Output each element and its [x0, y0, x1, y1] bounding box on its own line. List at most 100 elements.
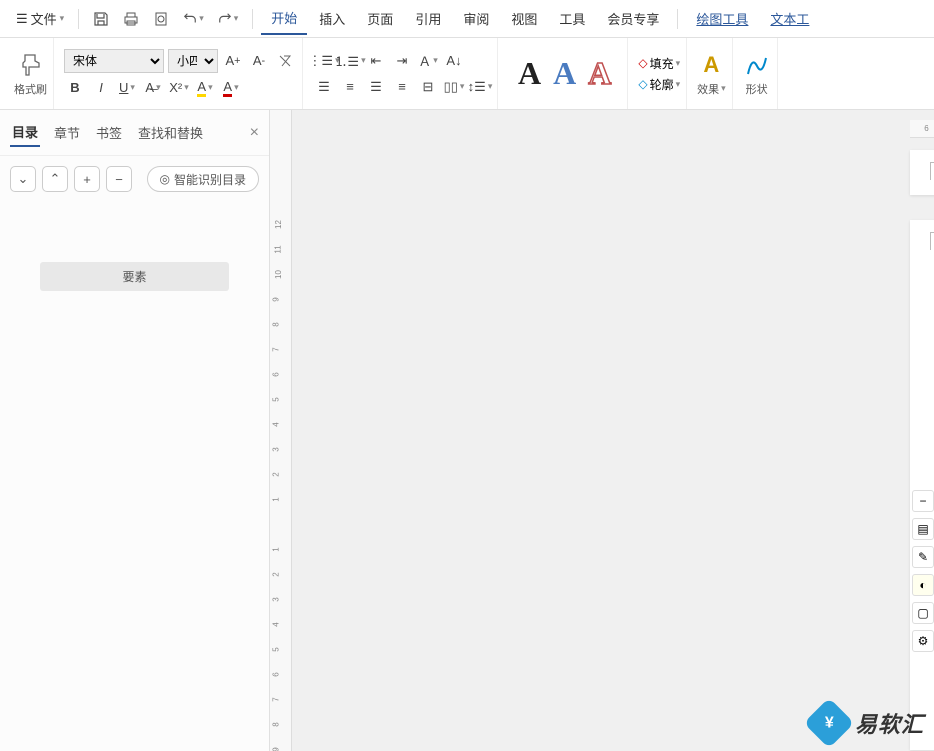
superscript-button[interactable]: X²▾	[168, 77, 190, 99]
outline-button[interactable]: ◇轮廓▾	[638, 76, 680, 93]
save-button[interactable]	[87, 7, 115, 31]
shape-icon[interactable]	[743, 51, 771, 79]
align-left-button[interactable]: ☰	[313, 76, 335, 98]
align-justify-button[interactable]: ≡	[391, 76, 413, 98]
text-direction-button[interactable]: Ａ▾	[417, 50, 439, 72]
wordart-style-1[interactable]: A	[518, 55, 541, 92]
tab-reference[interactable]: 引用	[405, 3, 451, 34]
main-area: 目录 章节 书签 查找和替换 × ⌄ ⌃ + − ◎ 智能识别目录 要素 12 …	[0, 110, 934, 751]
float-layout-button[interactable]: ▤	[912, 518, 934, 540]
smart-toc-label: 智能识别目录	[174, 171, 246, 188]
tab-tools[interactable]: 工具	[549, 3, 595, 34]
bold-button[interactable]: B	[64, 77, 86, 99]
float-screen-button[interactable]: ▢	[912, 602, 934, 624]
tab-review[interactable]: 审阅	[453, 3, 499, 34]
tab-member[interactable]: 会员专享	[597, 3, 669, 34]
sort-button[interactable]: A↓	[443, 50, 465, 72]
print-button[interactable]	[117, 7, 145, 31]
ruler-tick: 8	[272, 722, 281, 726]
toc-item[interactable]: 要素	[40, 262, 229, 291]
file-menu-button[interactable]: ☰ 文件 ▾	[10, 5, 70, 32]
sidebar-content: 要素	[0, 202, 269, 751]
paragraph-group: ⋮☰▾ ⒈☰▾ ⇤ ⇥ Ａ▾ A↓ ☰ ≡ ☰ ≡ ⊟ ▯▯▾ ↕☰▾	[307, 38, 498, 109]
top-toolbar: ☰ 文件 ▾ ▾ ▾ 开始 插入 页面 引用 审阅 视图 工具 会员专享 绘图工…	[0, 0, 934, 38]
hamburger-icon: ☰	[16, 11, 28, 27]
align-right-button[interactable]: ☰	[365, 76, 387, 98]
clear-format-button[interactable]	[274, 50, 296, 72]
italic-button[interactable]: I	[90, 77, 112, 99]
ruler-tick: 2	[272, 472, 281, 476]
remove-button[interactable]: −	[106, 166, 132, 192]
float-more-button[interactable]: ⚙	[912, 630, 934, 652]
tab-page[interactable]: 页面	[357, 3, 403, 34]
redo-button[interactable]: ▾	[212, 8, 245, 30]
ruler-tick: 7	[272, 697, 281, 701]
bullet-list-button[interactable]: ⋮☰▾	[313, 50, 335, 72]
expand-down-button[interactable]: ⌄	[10, 166, 36, 192]
ruler-tick: 6	[910, 124, 934, 133]
columns-button[interactable]: ▯▯▾	[443, 76, 465, 98]
page-1[interactable]	[910, 150, 934, 195]
tab-text-tools[interactable]: 文本工	[760, 3, 819, 34]
watermark-icon: ¥	[804, 698, 855, 749]
tab-draw-tools[interactable]: 绘图工具	[686, 3, 758, 34]
vertical-ruler: 12 11 10 9 8 7 6 5 4 3 2 1 1 2 3 4 5 6 7…	[270, 110, 292, 751]
float-eyedropper-button[interactable]: ✎	[912, 546, 934, 568]
underline-button[interactable]: U▾	[116, 77, 138, 99]
increase-indent-button[interactable]: ⇥	[391, 50, 413, 72]
sidebar-tab-toc[interactable]: 目录	[10, 118, 40, 147]
float-collapse-button[interactable]: −	[912, 490, 934, 512]
tab-view[interactable]: 视图	[501, 3, 547, 34]
font-size-select[interactable]: 小四	[168, 49, 218, 73]
effect-label: 效果	[697, 81, 719, 97]
decrease-indent-button[interactable]: ⇤	[365, 50, 387, 72]
canvas-area[interactable]: 12 11 10 9 8 7 6 5 4 3 2 1 1 2 3 4 5 6 7…	[270, 110, 934, 751]
align-center-button[interactable]: ≡	[339, 76, 361, 98]
page-2[interactable]: 输入文字信息	[910, 220, 934, 750]
file-menu-label: 文件	[31, 9, 57, 28]
increase-font-button[interactable]: A+	[222, 50, 244, 72]
tab-start[interactable]: 开始	[261, 2, 307, 35]
distribute-button[interactable]: ⊟	[417, 76, 439, 98]
smart-toc-button[interactable]: ◎ 智能识别目录	[147, 166, 260, 192]
font-color-button[interactable]: A▾	[220, 77, 242, 99]
tab-insert[interactable]: 插入	[309, 3, 355, 34]
sidebar-panel: 目录 章节 书签 查找和替换 × ⌄ ⌃ + − ◎ 智能识别目录 要素	[0, 110, 270, 751]
ruler-tick: 6	[272, 672, 281, 676]
divider	[677, 9, 678, 29]
line-spacing-button[interactable]: ↕☰▾	[469, 76, 491, 98]
decrease-font-button[interactable]: A-	[248, 50, 270, 72]
effect-icon[interactable]: A	[697, 51, 725, 79]
sidebar-tab-chapter[interactable]: 章节	[52, 119, 82, 146]
fill-button[interactable]: ◇填充▾	[638, 55, 680, 72]
wordart-style-2[interactable]: A	[553, 55, 576, 92]
format-painter-icon[interactable]	[17, 51, 45, 79]
sidebar-tab-find[interactable]: 查找和替换	[136, 119, 205, 146]
font-name-select[interactable]: 宋体	[64, 49, 164, 73]
watermark: ¥ 易软汇	[811, 705, 924, 741]
floating-toolbar: − ▤ ✎ ◐ ▢ ⚙	[912, 490, 934, 652]
collapse-up-button[interactable]: ⌃	[42, 166, 68, 192]
divider	[252, 9, 253, 29]
smart-icon: ◎	[160, 172, 170, 186]
float-style-button[interactable]: ◐	[912, 574, 934, 596]
add-button[interactable]: +	[74, 166, 100, 192]
ruler-tick: 12	[274, 220, 283, 229]
margin-indicator	[930, 162, 934, 180]
wordart-group: A A A	[502, 38, 628, 109]
ruler-tick: 10	[274, 270, 283, 279]
undo-button[interactable]: ▾	[177, 8, 210, 30]
ruler-tick: 2	[272, 572, 281, 576]
ruler-tick: 1	[272, 497, 281, 501]
sidebar-tabs: 目录 章节 书签 查找和替换 ×	[0, 110, 269, 156]
ruler-tick: 4	[272, 622, 281, 626]
highlight-button[interactable]: A▾	[194, 77, 216, 99]
strikethrough-button[interactable]: A̶▾	[142, 77, 164, 99]
margin-indicator	[930, 232, 934, 250]
ruler-tick: 5	[272, 397, 281, 401]
sidebar-close-button[interactable]: ×	[250, 124, 259, 142]
number-list-button[interactable]: ⒈☰▾	[339, 50, 361, 72]
print-preview-button[interactable]	[147, 7, 175, 31]
wordart-style-3[interactable]: A	[588, 55, 611, 92]
sidebar-tab-bookmark[interactable]: 书签	[94, 119, 124, 146]
